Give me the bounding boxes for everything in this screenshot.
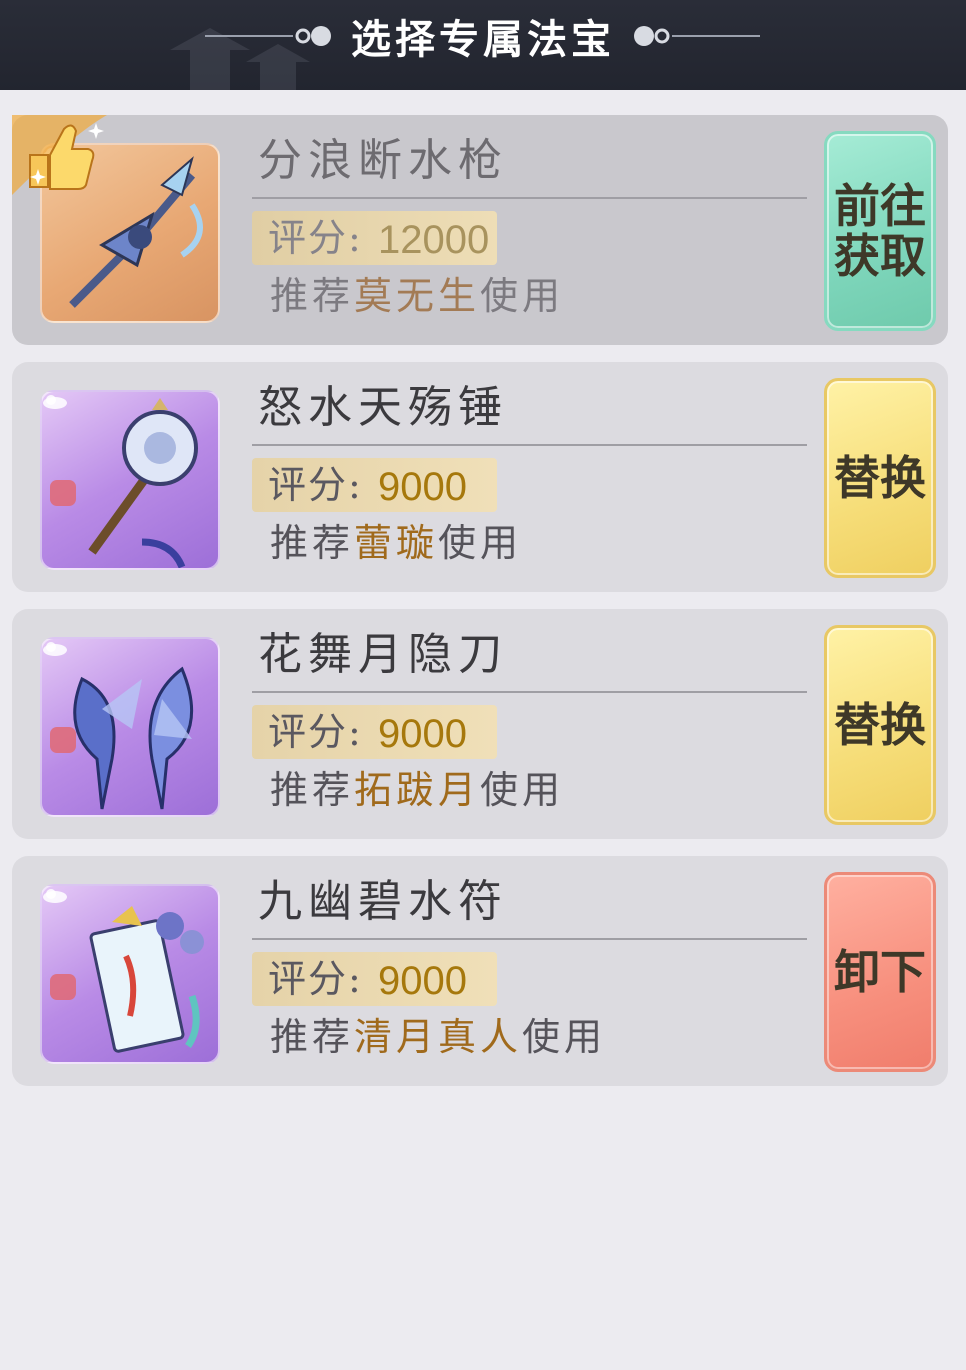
treasure-name: 怒水天殇锤 (258, 382, 508, 433)
treasure-name: 九幽碧水符 (258, 876, 508, 927)
treasure-card[interactable]: 怒水天殇锤 评分: 9000 推荐蕾璇使用 替换 (12, 362, 948, 592)
score-badge: 评分: 9000 (252, 705, 497, 759)
score-value: 9000 (378, 712, 467, 756)
cloud-icon (43, 642, 67, 656)
treasure-name: 分浪断水枪 (258, 135, 508, 186)
action-label: 替换 (834, 698, 926, 752)
divider (252, 938, 807, 940)
lock-icon (50, 727, 76, 753)
hero-name: 蕾璇 (354, 521, 439, 565)
treasure-card[interactable]: 九幽碧水符 评分: 9000 推荐清月真人使用 卸下 (12, 856, 948, 1086)
treasure-thumbnail (40, 884, 220, 1064)
lock-icon (50, 480, 76, 506)
rec-prefix: 推荐 (270, 521, 355, 565)
treasure-thumbnail (40, 637, 220, 817)
score-value: 9000 (378, 959, 467, 1003)
treasure-card[interactable]: 花舞月隐刀 评分: 9000 推荐拓跋月使用 替换 (12, 609, 948, 839)
action-label: 卸下 (834, 945, 926, 999)
hero-name: 拓跋月 (354, 768, 481, 812)
recommendation-text: 推荐蕾璇使用 (270, 520, 522, 566)
score-badge: 评分: 12000 (252, 211, 497, 265)
score-badge: 评分: 9000 (252, 952, 497, 1006)
rec-prefix: 推荐 (270, 1015, 355, 1059)
right-ornament-icon (634, 26, 760, 46)
divider (252, 197, 807, 199)
rec-prefix: 推荐 (270, 768, 355, 812)
rec-suffix: 使用 (438, 521, 523, 565)
score-label: 评分: (268, 463, 363, 507)
obtain-button[interactable]: 前往获取 (824, 131, 936, 331)
score-label: 评分: (268, 216, 363, 260)
replace-button[interactable]: 替换 (824, 378, 936, 578)
unequip-button[interactable]: 卸下 (824, 872, 936, 1072)
replace-button[interactable]: 替换 (824, 625, 936, 825)
treasure-thumbnail (40, 390, 220, 570)
action-label: 替换 (834, 451, 926, 505)
lock-icon (50, 974, 76, 1000)
recommendation-text: 推荐拓跋月使用 (270, 767, 564, 813)
cloud-icon (43, 889, 67, 903)
rec-suffix: 使用 (480, 768, 565, 812)
recommendation-text: 推荐莫无生使用 (270, 273, 564, 319)
recommendation-text: 推荐清月真人使用 (270, 1014, 606, 1060)
treasure-card[interactable]: 分浪断水枪 评分: 12000 推荐莫无生使用 前往获取 (12, 115, 948, 345)
header-bar: 选择专属法宝 (0, 0, 966, 90)
divider (252, 691, 807, 693)
score-label: 评分: (268, 710, 363, 754)
rec-prefix: 推荐 (270, 274, 355, 318)
rec-suffix: 使用 (480, 274, 565, 318)
action-label: 前往获取 (834, 179, 926, 283)
page-title: 选择专属法宝 (351, 16, 615, 63)
score-value: 9000 (378, 465, 467, 509)
score-value: 12000 (378, 218, 490, 262)
score-badge: 评分: 9000 (252, 458, 497, 512)
thumbs-up-icon (12, 115, 107, 195)
score-label: 评分: (268, 957, 363, 1001)
hero-name: 莫无生 (354, 274, 481, 318)
treasure-name: 花舞月隐刀 (258, 629, 508, 680)
rec-suffix: 使用 (522, 1015, 607, 1059)
cloud-icon (43, 395, 67, 409)
hero-name: 清月真人 (354, 1015, 523, 1059)
divider (252, 444, 807, 446)
